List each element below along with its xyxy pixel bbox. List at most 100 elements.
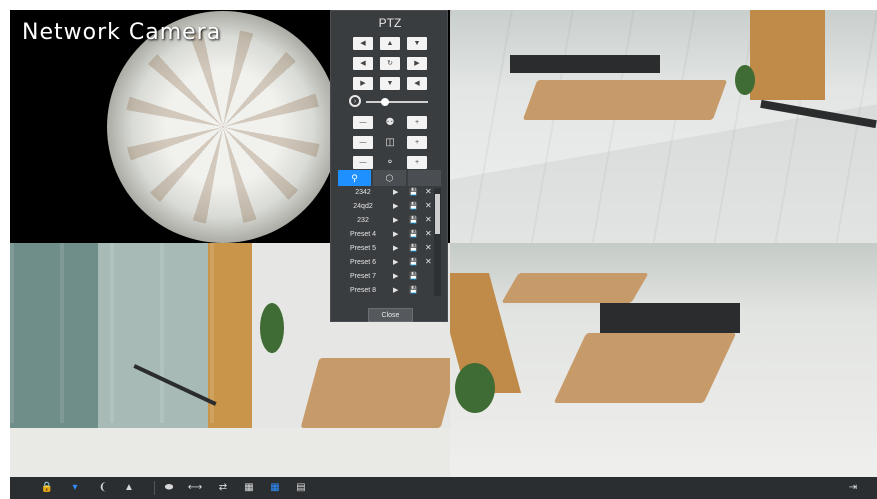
arrow-icon: ▶ bbox=[360, 80, 366, 87]
ptz-up-left-button[interactable]: ◀ bbox=[353, 37, 373, 50]
preset-row[interactable]: 232 ▶ 💾 ✕ bbox=[338, 214, 442, 228]
arrow-icon: ◀ bbox=[414, 80, 420, 87]
save-preset-icon[interactable]: 💾 bbox=[409, 272, 418, 280]
fisheye-image[interactable] bbox=[107, 11, 339, 243]
preset-name: Preset 4 bbox=[349, 231, 377, 238]
close-button[interactable]: Close bbox=[368, 308, 413, 322]
save-preset-icon[interactable]: 💾 bbox=[409, 216, 418, 224]
call-preset-icon[interactable]: ▶ bbox=[393, 188, 398, 196]
plus-icon: + bbox=[414, 159, 420, 166]
preset-name: 24qd2 bbox=[353, 203, 373, 210]
exit-fullscreen-icon[interactable]: ⇥ bbox=[846, 482, 860, 494]
arrow-down-icon: ▼ bbox=[386, 80, 394, 87]
ptz-down-button[interactable]: ▼ bbox=[380, 77, 400, 90]
call-preset-icon[interactable]: ▶ bbox=[393, 244, 398, 252]
speed-icon: › bbox=[349, 95, 361, 107]
panorama-icon[interactable]: ⟷ bbox=[188, 482, 202, 494]
arrow-left-icon: ◀ bbox=[360, 60, 366, 67]
preset-row[interactable]: Preset 6 ▶ 💾 ✕ bbox=[338, 256, 442, 270]
delete-preset-icon[interactable]: ✕ bbox=[425, 229, 432, 238]
delete-preset-icon[interactable]: ✕ bbox=[425, 187, 432, 196]
delete-preset-icon[interactable]: ✕ bbox=[425, 215, 432, 224]
fisheye-desktop-icon[interactable]: ▲ bbox=[122, 482, 136, 494]
preset-name: Preset 6 bbox=[349, 259, 377, 266]
ptz-panel: PTZ ◀ ▲ ▼ ◀ ↻ ▶ ▶ ▼ ◀ › — ⚉ + — ◫ + — ⚬ … bbox=[330, 10, 448, 322]
call-preset-icon[interactable]: ▶ bbox=[393, 216, 398, 224]
bottom-toolbar: 🔒 ▾ ❨ ▲ ⬬ ⟷ ⇄ ▦ ▦ ▤ ⇥ bbox=[10, 477, 877, 499]
arrow-icon: ◀ bbox=[360, 40, 366, 47]
preset-row[interactable]: Preset 4 ▶ 💾 ✕ bbox=[338, 228, 442, 242]
fisheye-wall-icon[interactable]: ❨ bbox=[96, 482, 110, 494]
preset-pin-icon: ⚲ bbox=[351, 172, 358, 183]
delete-preset-icon[interactable]: ✕ bbox=[425, 257, 432, 266]
ptz-up-right-button[interactable]: ▼ bbox=[407, 37, 427, 50]
iris-close-button[interactable]: — bbox=[353, 156, 373, 169]
call-preset-icon[interactable]: ▶ bbox=[393, 230, 398, 238]
preset-row[interactable]: Preset 7 ▶ 💾 bbox=[338, 270, 442, 284]
arrow-icon: ▼ bbox=[413, 40, 421, 47]
preset-row[interactable]: 24qd2 ▶ 💾 ✕ bbox=[338, 200, 442, 214]
preset-row[interactable]: Preset 8 ▶ 💾 bbox=[338, 284, 442, 298]
delete-preset-icon[interactable]: ✕ bbox=[425, 201, 432, 210]
save-preset-icon[interactable]: 💾 bbox=[409, 258, 418, 266]
preset-name: 232 bbox=[357, 217, 369, 224]
save-preset-icon[interactable]: 💾 bbox=[409, 244, 418, 252]
tab-preset[interactable]: ⚲ bbox=[338, 170, 371, 186]
preset-row[interactable]: 2342 ▶ 💾 ✕ bbox=[338, 186, 442, 200]
circle-view-icon[interactable]: ⬬ bbox=[162, 482, 176, 494]
fisheye-plus-8-icon[interactable]: ▤ bbox=[294, 482, 308, 494]
ptz-auto-button[interactable]: ↻ bbox=[380, 57, 400, 70]
double-panorama-icon[interactable]: ⇄ bbox=[216, 482, 230, 494]
ptz-up-button[interactable]: ▲ bbox=[380, 37, 400, 50]
arrow-up-icon: ▲ bbox=[386, 40, 394, 47]
ptz-down-right-button[interactable]: ◀ bbox=[407, 77, 427, 90]
quad-view-icon[interactable]: ▦ bbox=[242, 482, 256, 494]
dewarped-view-bottom-right[interactable] bbox=[450, 243, 877, 477]
zoom-icon: ⚉ bbox=[385, 117, 395, 128]
focus-near-button[interactable]: — bbox=[353, 136, 373, 149]
preset-scrollbar[interactable] bbox=[434, 188, 441, 296]
call-preset-icon[interactable]: ▶ bbox=[393, 202, 398, 210]
ptz-speed-slider-knob[interactable] bbox=[380, 98, 389, 106]
save-preset-icon[interactable]: 💾 bbox=[409, 202, 418, 210]
auto-rotate-icon: ↻ bbox=[387, 60, 393, 67]
dewarped-view-top-right[interactable] bbox=[450, 10, 877, 243]
preset-name: Preset 7 bbox=[349, 273, 377, 280]
call-preset-icon[interactable]: ▶ bbox=[393, 258, 398, 266]
zoom-in-button[interactable]: + bbox=[407, 116, 427, 129]
focus-icon: ◫ bbox=[385, 137, 395, 148]
camera-title: Network Camera bbox=[22, 20, 222, 45]
preset-name: 2342 bbox=[355, 189, 371, 196]
minus-icon: — bbox=[359, 159, 367, 166]
call-preset-icon[interactable]: ▶ bbox=[393, 272, 398, 280]
tab-pattern[interactable] bbox=[408, 170, 441, 186]
zoom-out-button[interactable]: — bbox=[353, 116, 373, 129]
minus-icon: — bbox=[359, 139, 367, 146]
arrow-right-icon: ▶ bbox=[414, 60, 420, 67]
patrol-icon: ⬡ bbox=[385, 172, 394, 183]
plus-icon: + bbox=[414, 139, 420, 146]
fisheye-ceiling-icon[interactable]: ▾ bbox=[68, 482, 82, 494]
preset-list: 2342 ▶ 💾 ✕ 24qd2 ▶ 💾 ✕ 232 ▶ 💾 ✕ Preset 4 ▶ 💾 ✕ Preset 5… bbox=[338, 186, 442, 298]
ptz-tabs: ⚲ ⬡ bbox=[338, 170, 442, 186]
preset-row[interactable]: Preset 5 ▶ 💾 ✕ bbox=[338, 242, 442, 256]
ptz-down-left-button[interactable]: ▶ bbox=[353, 77, 373, 90]
save-preset-icon[interactable]: 💾 bbox=[409, 188, 418, 196]
lock-icon[interactable]: 🔒 bbox=[40, 482, 54, 494]
save-preset-icon[interactable]: 💾 bbox=[409, 286, 418, 294]
preset-name: Preset 8 bbox=[349, 287, 377, 294]
ptz-title: PTZ bbox=[378, 16, 402, 30]
tab-patrol[interactable]: ⬡ bbox=[373, 170, 406, 186]
ptz-speed-slider[interactable] bbox=[366, 98, 428, 106]
iris-icon: ⚬ bbox=[385, 157, 395, 168]
delete-preset-icon[interactable]: ✕ bbox=[425, 243, 432, 252]
save-preset-icon[interactable]: 💾 bbox=[409, 230, 418, 238]
preset-name: Preset 5 bbox=[349, 245, 377, 252]
preset-scrollbar-thumb[interactable] bbox=[435, 194, 440, 234]
ptz-right-button[interactable]: ▶ bbox=[407, 57, 427, 70]
fisheye-plus-3-icon[interactable]: ▦ bbox=[268, 482, 282, 494]
call-preset-icon[interactable]: ▶ bbox=[393, 286, 398, 294]
ptz-left-button[interactable]: ◀ bbox=[353, 57, 373, 70]
iris-open-button[interactable]: + bbox=[407, 156, 427, 169]
focus-far-button[interactable]: + bbox=[407, 136, 427, 149]
